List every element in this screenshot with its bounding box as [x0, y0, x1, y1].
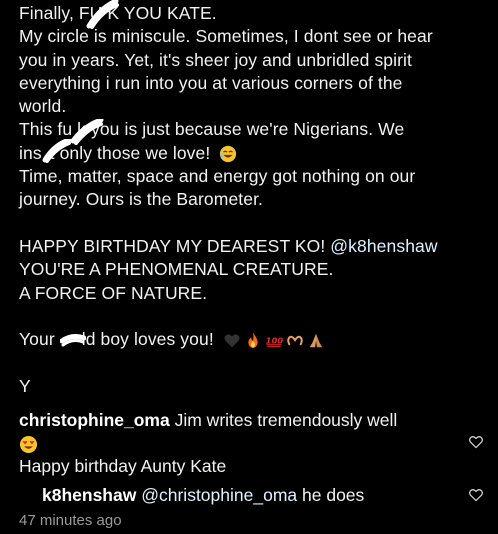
caption-line-13: Your ld boy loves you! 100 — [19, 328, 489, 351]
svg-text:100: 100 — [266, 335, 283, 345]
heart-hands-icon — [287, 335, 303, 345]
comment-username[interactable]: christophine_oma — [19, 410, 170, 430]
reply-text: he does — [302, 485, 365, 505]
heart-eyes-face-icon — [19, 436, 38, 454]
hundred-points-icon: 100 — [266, 335, 283, 347]
caption-line-3: you in years. Yet, it's sheer joy and un… — [19, 49, 412, 70]
like-heart-icon[interactable] — [468, 487, 484, 503]
birthday-text: HAPPY BIRTHDAY MY DEAREST KO! — [19, 235, 331, 256]
black-heart-icon — [224, 334, 240, 347]
caption-line-7: ins t only those we love! — [19, 142, 489, 165]
caption-line-5: world. — [19, 96, 67, 117]
caption-line-6: This fu k you is just because we're Nige… — [19, 119, 405, 140]
caption-line-8: Time, matter, space and energy got nothi… — [19, 166, 416, 187]
comment-christophine: christophine_oma Jim writes tremendously… — [19, 409, 489, 478]
caption-line-2: My circle is miniscule. Sometimes, I don… — [19, 26, 433, 47]
caption-line-11: YOU'RE A PHENOMENAL CREATURE. — [19, 259, 334, 280]
caption-line-14: Y — [19, 375, 31, 396]
caption-line-7-part-b: t only those we love! — [49, 142, 211, 163]
emoji-row: 100 — [223, 332, 325, 350]
mention-link-k8henshaw[interactable]: @k8henshaw — [330, 236, 437, 256]
caption-line-7-part-a: ins — [19, 142, 42, 163]
reply-k8henshaw: k8henshaw @christophine_oma he does — [42, 484, 462, 507]
caption-line-13-part-b: ld boy loves you! — [81, 329, 214, 350]
comment-emoji-line — [19, 432, 489, 455]
comment-text-2: Happy birthday Aunty Kate — [19, 456, 227, 476]
reply-mention-link[interactable]: @christophine_oma — [141, 485, 297, 505]
caption-line-13-part-a: Your — [19, 329, 60, 350]
folded-hands-icon — [309, 333, 323, 347]
fire-icon — [248, 332, 258, 348]
caption-line-12: A FORCE OF NATURE. — [19, 282, 208, 303]
reply-username[interactable]: k8henshaw — [42, 485, 136, 505]
post-caption: Finally, FU K YOU KATE. My circle is min… — [19, 0, 489, 398]
caption-line-1: Finally, FU K YOU KATE. — [19, 3, 217, 23]
caption-line-9: journey. Ours is the Barometer. — [19, 189, 263, 210]
laughing-face-icon — [220, 146, 237, 163]
post-timestamp: 47 minutes ago — [19, 512, 122, 529]
like-heart-icon[interactable] — [468, 434, 484, 450]
emoji-row-laughing — [219, 145, 237, 163]
comment-text: Jim writes tremendously well — [174, 410, 398, 430]
caption-line-10: HAPPY BIRTHDAY MY DEAREST KO! @k8henshaw — [19, 235, 489, 258]
caption-line-4: everything i run into you at various cor… — [19, 72, 403, 93]
